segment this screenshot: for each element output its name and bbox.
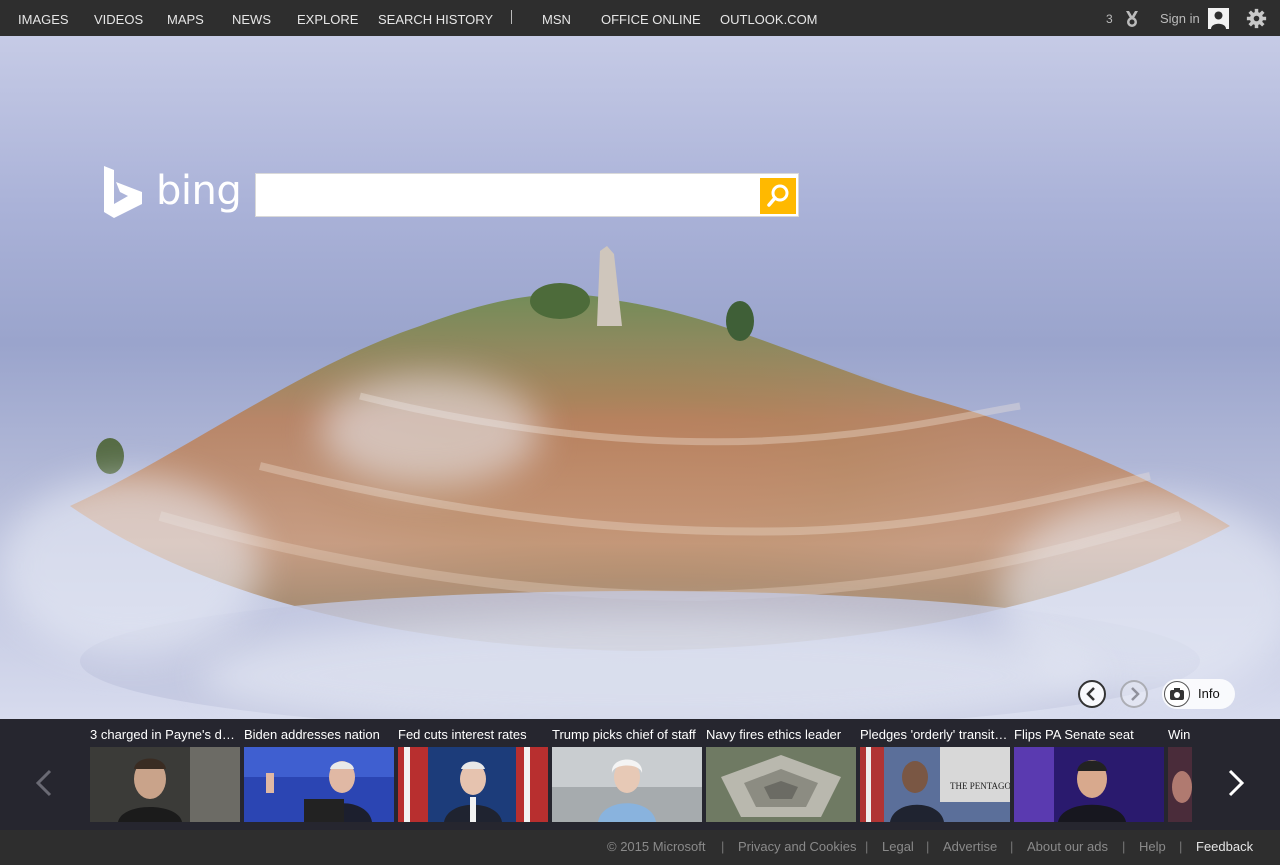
news-thumbnail [1168, 747, 1192, 822]
news-thumbnail: THE PENTAGON [860, 747, 1010, 822]
chevron-right-icon [1228, 769, 1245, 797]
sign-in-link[interactable]: Sign in [1160, 11, 1200, 26]
reward-icon[interactable] [1123, 10, 1141, 28]
news-tile[interactable]: Pledges 'orderly' transition THE PENTAGO… [860, 719, 1010, 824]
search-input[interactable] [256, 174, 756, 216]
footer-separator: | [1179, 839, 1183, 854]
news-tile[interactable]: Fed cuts interest rates [398, 719, 548, 824]
next-image-button[interactable] [1120, 680, 1148, 708]
nav-office-online-link[interactable]: OFFICE ONLINE [601, 0, 701, 36]
footer-help-link[interactable]: Help [1139, 839, 1166, 854]
footer-separator: | [926, 839, 930, 854]
bing-b-icon [104, 166, 142, 218]
footer-legal-link[interactable]: Legal [882, 839, 914, 854]
chevron-left-icon [35, 769, 52, 797]
nav-news-link[interactable]: NEWS [232, 0, 271, 36]
news-tile[interactable]: Biden addresses nation [244, 719, 394, 824]
news-tile[interactable]: 3 charged in Payne's death [90, 719, 240, 824]
svg-text:THE PENTAGON: THE PENTAGON [950, 781, 1010, 791]
bing-logo[interactable]: bing [102, 166, 242, 221]
footer-advertise-link[interactable]: Advertise [943, 839, 997, 854]
fog-cloud [0, 476, 260, 656]
nav-explore-link[interactable]: EXPLORE [297, 0, 358, 36]
nav-search-history-link[interactable]: SEARCH HISTORY [378, 0, 493, 36]
nav-maps-link[interactable]: MAPS [167, 0, 204, 36]
footer-separator: | [865, 839, 869, 854]
nav-msn-link[interactable]: MSN [542, 0, 571, 36]
news-thumbnail [1014, 747, 1164, 822]
news-title: Navy fires ethics leader [706, 727, 842, 742]
news-title: Flips PA Senate seat [1014, 727, 1134, 742]
chevron-right-icon [1131, 687, 1140, 701]
news-thumbnail [552, 747, 702, 822]
footer-privacy-link[interactable]: Privacy and Cookies [738, 839, 857, 854]
camera-icon [1170, 688, 1184, 700]
news-tile[interactable]: Navy fires ethics leader [706, 719, 856, 824]
footer-about-ads-link[interactable]: About our ads [1027, 839, 1108, 854]
search-icon [767, 184, 789, 207]
chevron-left-icon [1086, 687, 1095, 701]
footer-separator: | [721, 839, 725, 854]
previous-image-button[interactable] [1078, 680, 1106, 708]
hero-background-image [0, 36, 1280, 719]
news-thumbnail [706, 747, 856, 822]
news-title: 3 charged in Payne's death [90, 727, 240, 742]
footer: © 2015 Microsoft | Privacy and Cookies |… [0, 830, 1280, 865]
news-title: Fed cuts interest rates [398, 727, 527, 742]
news-title: Biden addresses nation [244, 727, 380, 742]
top-nav-bar: IMAGES VIDEOS MAPS NEWS EXPLORE SEARCH H… [0, 0, 1280, 36]
footer-feedback-link[interactable]: Feedback [1196, 839, 1253, 854]
image-info-button[interactable]: Info [1162, 679, 1235, 709]
info-label: Info [1198, 686, 1220, 701]
news-next-button[interactable] [1222, 765, 1250, 801]
news-carousel: 3 charged in Payne's death Biden address… [0, 719, 1280, 830]
news-prev-button[interactable] [30, 765, 58, 801]
bing-wordmark: bing [156, 168, 242, 214]
search-button[interactable] [760, 178, 796, 214]
nav-videos-link[interactable]: VIDEOS [94, 0, 143, 36]
nav-separator [511, 10, 512, 24]
footer-separator: | [1122, 839, 1126, 854]
news-title: Trump picks chief of staff [552, 727, 696, 742]
nav-images-link[interactable]: IMAGES [18, 0, 69, 36]
news-thumbnail [244, 747, 394, 822]
news-title: Win [1168, 727, 1191, 742]
news-title: Pledges 'orderly' transition [860, 727, 1010, 742]
news-tile[interactable]: Win [1168, 719, 1192, 824]
news-tile[interactable]: Trump picks chief of staff [552, 719, 702, 824]
fog-cloud [320, 376, 540, 486]
news-thumbnail [90, 747, 240, 822]
gear-icon[interactable] [1246, 8, 1267, 29]
camera-icon-wrap [1164, 681, 1190, 707]
nav-outlook-link[interactable]: OUTLOOK.COM [720, 0, 818, 36]
rewards-count[interactable]: 3 [1106, 12, 1113, 26]
footer-separator: | [1010, 839, 1014, 854]
news-tile[interactable]: Flips PA Senate seat [1014, 719, 1164, 824]
copyright: © 2015 Microsoft [607, 839, 706, 854]
news-viewport: 3 charged in Payne's death Biden address… [90, 719, 1192, 830]
news-thumbnail [398, 747, 548, 822]
user-icon[interactable] [1208, 8, 1229, 29]
search-box [255, 173, 799, 217]
